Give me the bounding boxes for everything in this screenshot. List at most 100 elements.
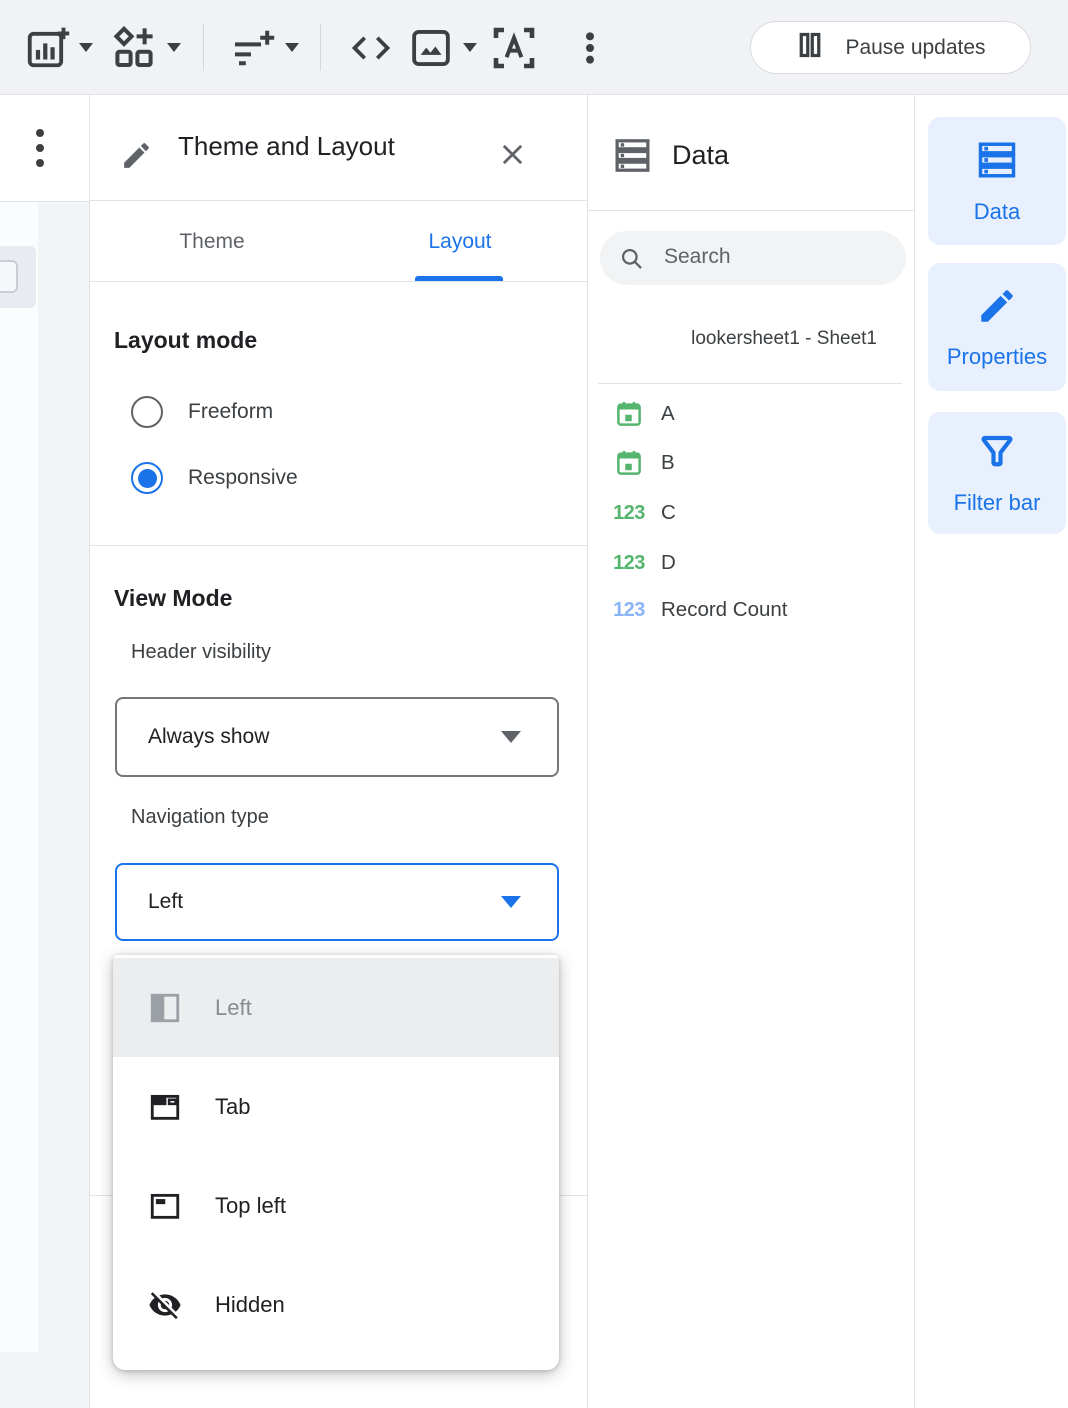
field-row-record-count[interactable]: 123 Record Count — [588, 585, 914, 635]
visibility-off-icon — [148, 1288, 182, 1322]
canvas-control-inner — [0, 260, 18, 293]
top-toolbar: Pause updates — [0, 0, 1068, 95]
tab-theme-label: Theme — [179, 230, 244, 254]
menu-option-top-left[interactable]: Top left — [113, 1156, 559, 1255]
dropdown-arrow-icon — [501, 896, 521, 908]
header-visibility-select[interactable]: Always show — [115, 697, 559, 777]
header-visibility-label: Header visibility — [131, 641, 271, 664]
data-source-divider — [598, 383, 902, 384]
menu-option-tab[interactable]: Tab — [113, 1057, 559, 1156]
field-name: B — [661, 451, 675, 475]
field-row-d[interactable]: 123 D — [588, 538, 914, 588]
navigation-type-select[interactable]: Left — [115, 863, 559, 941]
menu-option-hidden[interactable]: Hidden — [113, 1255, 559, 1354]
menu-option-left[interactable]: Left — [113, 958, 559, 1057]
field-row-a[interactable]: A — [588, 389, 914, 439]
tab-layout[interactable]: Layout — [380, 202, 540, 282]
navigation-type-value: Left — [148, 890, 183, 914]
data-panel-title: Data — [672, 140, 729, 171]
close-icon[interactable] — [496, 138, 529, 176]
left-panel-top — [0, 95, 90, 202]
theme-panel-tabs: Theme Layout — [90, 202, 587, 282]
numeric-123-icon: 123 — [612, 552, 646, 575]
header-visibility-value: Always show — [148, 725, 269, 749]
radio-freeform[interactable]: Freeform — [131, 396, 273, 428]
add-filter-button[interactable] — [228, 0, 299, 95]
add-chart-icon — [24, 25, 70, 71]
add-text-button[interactable] — [490, 0, 538, 95]
radio-freeform-label: Freeform — [188, 400, 273, 424]
pause-icon — [795, 30, 825, 66]
canvas-control-partial[interactable] — [0, 246, 36, 308]
radio-responsive-label: Responsive — [188, 466, 298, 490]
text-box-icon — [490, 24, 538, 72]
nav-tab-icon — [148, 1090, 182, 1124]
toolbar-more-button[interactable] — [570, 0, 610, 95]
filter-icon — [976, 431, 1018, 478]
sidebar-properties-button[interactable]: Properties — [928, 263, 1066, 391]
radio-selected-icon — [131, 462, 163, 494]
layout-mode-title: Layout mode — [114, 327, 257, 354]
field-search-input[interactable]: Search — [600, 231, 906, 285]
sidebar-filter-bar-label: Filter bar — [954, 490, 1041, 516]
field-name: D — [661, 551, 676, 575]
theme-layout-panel: Theme and Layout Theme Layout Layout mod… — [90, 95, 588, 1408]
pause-updates-button[interactable]: Pause updates — [750, 21, 1031, 74]
embed-code-button[interactable] — [348, 0, 394, 95]
add-image-icon — [408, 25, 454, 71]
section-divider — [90, 545, 587, 546]
add-control-icon — [110, 24, 158, 72]
menu-option-hidden-label: Hidden — [215, 1292, 285, 1318]
toolbar-divider — [203, 24, 204, 71]
field-name: C — [661, 501, 676, 525]
chevron-down-icon — [79, 43, 93, 52]
calendar-icon — [612, 448, 646, 478]
chevron-down-icon — [285, 43, 299, 52]
menu-option-top-left-label: Top left — [215, 1193, 286, 1219]
chevron-down-icon — [167, 43, 181, 52]
sidebar-filter-bar-button[interactable]: Filter bar — [928, 412, 1066, 534]
add-chart-button[interactable] — [24, 0, 93, 95]
field-row-b[interactable]: B — [588, 438, 914, 488]
menu-option-left-label: Left — [215, 995, 252, 1021]
page-more-button[interactable] — [36, 129, 44, 167]
sidebar-data-label: Data — [974, 199, 1020, 225]
nav-left-icon — [148, 991, 182, 1025]
calendar-icon — [612, 399, 646, 429]
more-vert-icon — [570, 25, 610, 71]
chevron-down-icon — [463, 43, 477, 52]
looker-studio-screen: Pause updates Theme and Layout — [0, 0, 1068, 1408]
navigation-type-menu: Left Tab To — [113, 955, 559, 1370]
data-panel: Data Search lookersheet1 - Sheet1 A — [588, 95, 915, 1408]
radio-circle-icon — [131, 396, 163, 428]
numeric-123-icon: 123 — [612, 502, 646, 525]
code-icon — [348, 25, 394, 71]
radio-responsive[interactable]: Responsive — [131, 462, 298, 494]
data-source-icon — [612, 135, 653, 181]
search-placeholder: Search — [664, 245, 731, 269]
navigation-type-label: Navigation type — [131, 806, 269, 829]
add-image-button[interactable] — [408, 0, 477, 95]
active-tab-underline — [415, 276, 503, 281]
field-name: A — [661, 402, 675, 426]
report-canvas-edge — [0, 202, 90, 1408]
search-icon — [618, 245, 645, 272]
theme-panel-title: Theme and Layout — [178, 131, 395, 162]
data-icon — [975, 138, 1019, 187]
field-row-c[interactable]: 123 C — [588, 488, 914, 538]
tab-theme[interactable]: Theme — [130, 202, 294, 282]
edit-pencil-icon — [120, 139, 153, 177]
add-filter-icon — [228, 24, 276, 72]
data-source-name[interactable]: lookersheet1 - Sheet1 — [691, 328, 877, 350]
numeric-123-icon: 123 — [612, 599, 646, 622]
sidebar-data-button[interactable]: Data — [928, 117, 1066, 245]
right-sidebar: Data Properties Filter bar — [915, 95, 1068, 1408]
tab-layout-label: Layout — [428, 230, 491, 254]
menu-option-tab-label: Tab — [215, 1094, 250, 1120]
properties-pencil-icon — [976, 285, 1018, 332]
data-panel-header: Data — [588, 95, 914, 211]
field-name: Record Count — [661, 598, 787, 622]
pause-updates-label: Pause updates — [845, 36, 985, 60]
nav-top-left-icon — [148, 1189, 182, 1223]
add-control-button[interactable] — [110, 0, 181, 95]
